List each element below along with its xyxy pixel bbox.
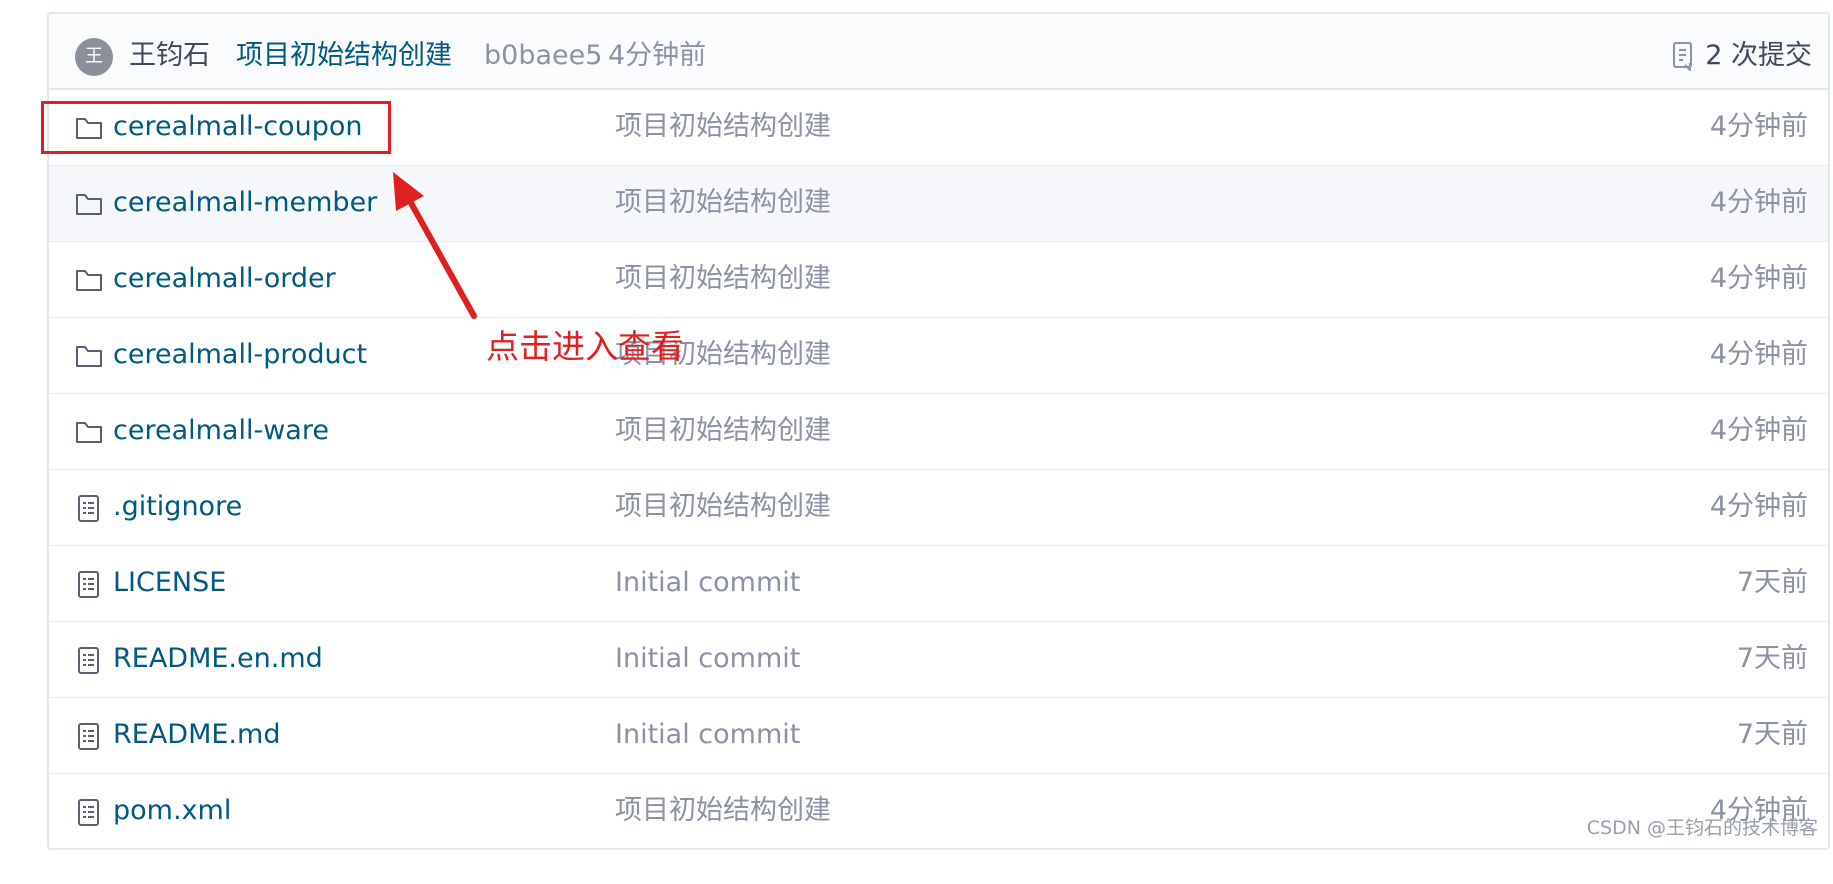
annotation-label: 点击进入查看	[486, 327, 684, 366]
annotation-arrow	[393, 172, 477, 319]
